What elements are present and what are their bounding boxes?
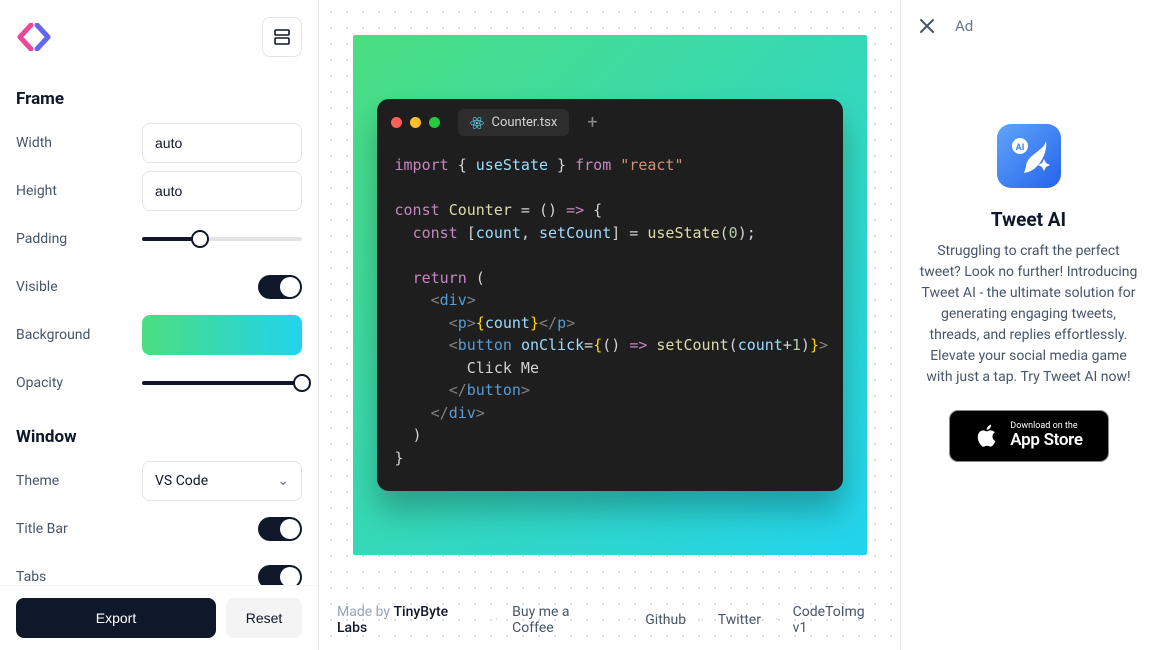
code-window: Counter.tsx + import { useState } from "… [377,99,843,491]
svg-text:AI: AI [1015,143,1024,153]
preview-frame[interactable]: Counter.tsx + import { useState } from "… [353,35,867,555]
ad-label: Ad [955,17,973,35]
coffee-link[interactable]: Buy me a Coffee [512,604,613,636]
titlebar-toggle[interactable] [258,517,302,541]
traffic-lights [391,117,440,128]
padding-label: Padding [16,231,67,247]
editor-tab[interactable]: Counter.tsx [458,109,570,136]
height-label: Height [16,183,57,199]
opacity-label: Opacity [16,375,63,391]
apple-icon [974,423,1000,449]
reset-button[interactable]: Reset [226,598,302,638]
opacity-slider[interactable] [142,375,302,391]
settings-sidebar: Frame Width Height Padding Visible Backg [0,0,319,650]
padding-slider[interactable] [142,231,302,247]
made-by-text: Made by [337,604,394,620]
width-input[interactable] [142,123,302,163]
canvas-area: Counter.tsx + import { useState } from "… [319,0,900,650]
twitter-link[interactable]: Twitter [718,612,761,628]
background-label: Background [16,327,90,343]
theme-value: VS Code [155,473,208,489]
layout-toggle-button[interactable] [262,17,302,57]
ad-title: Tweet AI [991,208,1066,231]
theme-select[interactable]: VS Code ⌄ [142,461,302,501]
code-content[interactable]: import { useState } from "react" const C… [377,146,843,491]
theme-label: Theme [16,473,59,489]
tabs-label: Tabs [16,569,46,585]
github-link[interactable]: Github [645,612,686,628]
appstore-line2: App Store [1010,432,1082,450]
window-section-heading: Window [16,407,302,457]
app-logo[interactable] [16,23,52,51]
react-icon [470,116,484,130]
add-tab-button[interactable]: + [587,114,597,132]
close-icon[interactable] [917,16,937,36]
background-swatch[interactable] [142,315,302,355]
titlebar-label: Title Bar [16,521,68,537]
width-label: Width [16,135,52,151]
frame-section-heading: Frame [16,69,302,119]
tab-filename: Counter.tsx [492,115,558,130]
height-input[interactable] [142,171,302,211]
bottom-bar: Made by TinyByte Labs · Buy me a Coffee … [319,590,900,650]
ad-app-icon: AI [997,124,1061,188]
visible-toggle[interactable] [258,275,302,299]
ad-description: Struggling to craft the perfect tweet? L… [917,241,1140,388]
chevron-down-icon: ⌄ [277,473,289,489]
ad-panel: Ad AI Tweet AI Struggling to craft the p… [900,0,1156,650]
v1-link[interactable]: CodeToImg v1 [793,604,882,636]
export-button[interactable]: Export [16,598,216,638]
visible-label: Visible [16,279,58,295]
app-store-button[interactable]: Download on theApp Store [949,410,1109,462]
tabs-toggle[interactable] [258,565,302,585]
